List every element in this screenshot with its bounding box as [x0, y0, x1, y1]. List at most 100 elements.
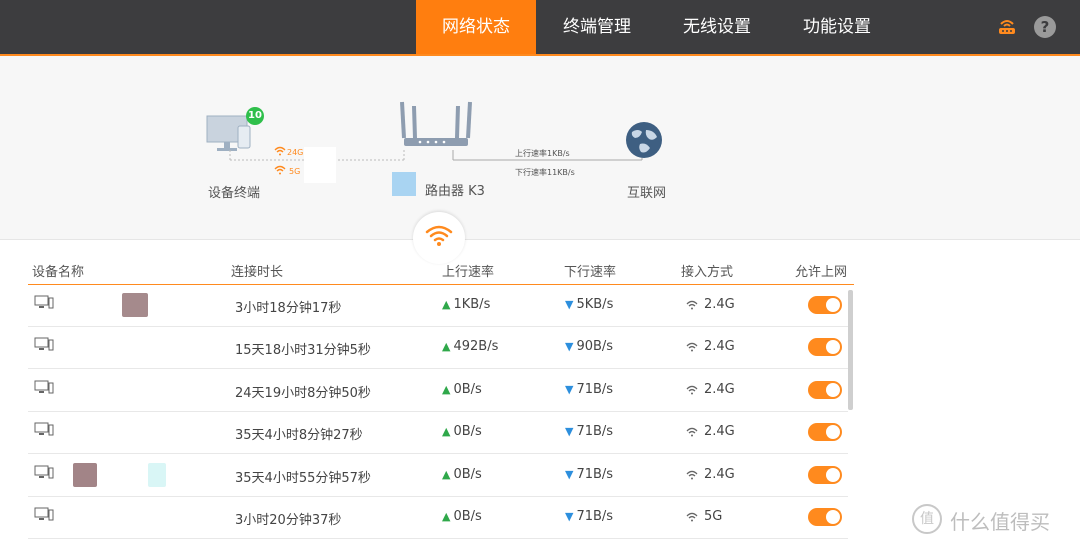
up-arrow-icon: ▲	[442, 425, 451, 438]
device-icon	[34, 380, 54, 394]
allow-internet-toggle[interactable]	[808, 466, 842, 484]
toggle-knob	[826, 383, 840, 397]
wifi-toggle-button[interactable]	[413, 212, 465, 264]
band-24g-label: 24G	[287, 148, 304, 157]
down-arrow-icon: ▼	[565, 510, 574, 523]
devices-label[interactable]: 设备终端	[208, 182, 260, 201]
col-device-name: 设备名称	[32, 265, 85, 280]
duration-cell: 15天18小时31分钟5秒	[235, 343, 371, 358]
redacted-device-name	[72, 420, 182, 444]
table-row[interactable]: 15天18小时31分钟5秒 ▲ 492B/s ▼ 90B/s 2.4G	[28, 327, 848, 369]
redacted-block	[304, 147, 336, 183]
wifi-icon	[425, 225, 453, 246]
toggle-knob	[826, 468, 840, 482]
up-arrow-icon: ▲	[442, 510, 451, 523]
duration-cell: 24天19小时8分钟50秒	[235, 386, 371, 401]
redacted-device-name	[122, 293, 148, 317]
col-access: 接入方式	[681, 265, 734, 280]
upload-cell: ▲ 492B/s	[442, 339, 499, 354]
device-icon	[34, 337, 54, 351]
redacted-device-name	[72, 378, 182, 402]
upload-cell: ▲ 0B/s	[442, 382, 482, 397]
tab-wireless-settings[interactable]: 无线设置	[660, 0, 774, 54]
redacted-device-name	[73, 463, 97, 487]
redacted-block	[392, 172, 416, 196]
download-rate-label: 下行速率11KB/s	[515, 168, 575, 177]
wifi-icon	[686, 385, 698, 395]
table-row[interactable]: 35天4小时55分钟57秒 ▲ 0B/s ▼ 71B/s 2.4G	[28, 455, 848, 497]
toggle-knob	[826, 340, 840, 354]
down-arrow-icon: ▼	[565, 425, 574, 438]
tab-terminal-management[interactable]: 终端管理	[540, 0, 654, 54]
upload-cell: ▲ 1KB/s	[442, 297, 491, 312]
down-arrow-icon: ▼	[565, 298, 574, 311]
globe-icon[interactable]	[624, 120, 664, 160]
up-arrow-icon: ▲	[442, 340, 451, 353]
access-cell: 2.4G	[704, 424, 735, 439]
allow-internet-toggle[interactable]	[808, 338, 842, 356]
wifi-icon	[686, 470, 698, 480]
up-arrow-icon: ▲	[442, 383, 451, 396]
table-row[interactable]: 24天19小时8分钟50秒 ▲ 0B/s ▼ 71B/s 2.4G	[28, 370, 848, 412]
allow-internet-toggle[interactable]	[808, 296, 842, 314]
internet-label[interactable]: 互联网	[627, 182, 666, 201]
col-download: 下行速率	[564, 265, 617, 280]
allow-internet-toggle[interactable]	[808, 423, 842, 441]
table-row[interactable]: 35天4小时8分钟27秒 ▲ 0B/s ▼ 71B/s 2.4G	[28, 412, 848, 454]
device-count-badge: 10	[246, 107, 264, 125]
router-label[interactable]: 路由器 K3	[425, 180, 485, 199]
wifi-icon	[686, 512, 698, 522]
toggle-knob	[826, 425, 840, 439]
redacted-device-name	[72, 335, 182, 359]
up-arrow-icon: ▲	[442, 298, 451, 311]
upload-cell: ▲ 0B/s	[442, 509, 482, 524]
access-cell: 2.4G	[704, 467, 735, 482]
down-arrow-icon: ▼	[565, 383, 574, 396]
download-cell: ▼ 71B/s	[565, 467, 614, 482]
redacted-block	[148, 463, 166, 487]
access-cell: 2.4G	[704, 297, 735, 312]
table-scrollbar[interactable]	[848, 290, 853, 410]
device-icon	[34, 295, 54, 309]
download-cell: ▼ 90B/s	[565, 339, 614, 354]
router-icon[interactable]	[996, 16, 1018, 38]
table-row[interactable]: 3小时20分钟37秒 ▲ 0B/s ▼ 71B/s 5G	[28, 497, 848, 539]
duration-cell: 35天4小时55分钟57秒	[235, 471, 371, 486]
col-upload: 上行速率	[442, 265, 495, 280]
duration-cell: 3小时20分钟37秒	[235, 513, 342, 528]
toggle-knob	[826, 510, 840, 524]
down-arrow-icon: ▼	[565, 468, 574, 481]
device-icon	[34, 507, 54, 521]
wifi-24g-icon	[274, 146, 286, 156]
allow-internet-toggle[interactable]	[808, 508, 842, 526]
allow-internet-toggle[interactable]	[808, 381, 842, 399]
device-icon	[34, 422, 54, 436]
table-row[interactable]: 3小时18分钟17秒 ▲ 1KB/s ▼ 5KB/s 2.4G	[28, 285, 848, 327]
up-arrow-icon: ▲	[442, 468, 451, 481]
duration-cell: 3小时18分钟17秒	[235, 301, 342, 316]
download-cell: ▼ 71B/s	[565, 509, 614, 524]
toggle-knob	[826, 298, 840, 312]
upload-rate-label: 上行速率1KB/s	[515, 149, 570, 158]
tab-network-status[interactable]: 网络状态	[416, 0, 536, 54]
router-device-icon[interactable]	[398, 100, 474, 152]
watermark-logo-icon: 值	[912, 504, 942, 534]
col-allow: 允许上网	[795, 265, 848, 280]
tab-function-settings[interactable]: 功能设置	[780, 0, 894, 54]
upload-cell: ▲ 0B/s	[442, 424, 482, 439]
wifi-5g-icon	[274, 165, 286, 175]
wifi-icon	[686, 342, 698, 352]
access-cell: 2.4G	[704, 382, 735, 397]
duration-cell: 35天4小时8分钟27秒	[235, 428, 363, 443]
band-5g-label: 5G	[289, 167, 301, 176]
download-cell: ▼ 71B/s	[565, 382, 614, 397]
help-icon[interactable]: ?	[1034, 16, 1056, 38]
wifi-icon	[686, 300, 698, 310]
watermark-text: 什么值得买	[950, 510, 1050, 534]
upload-cell: ▲ 0B/s	[442, 467, 482, 482]
down-arrow-icon: ▼	[565, 340, 574, 353]
download-cell: ▼ 71B/s	[565, 424, 614, 439]
wifi-icon	[686, 427, 698, 437]
access-cell: 5G	[704, 509, 723, 524]
redacted-device-name	[72, 505, 182, 529]
